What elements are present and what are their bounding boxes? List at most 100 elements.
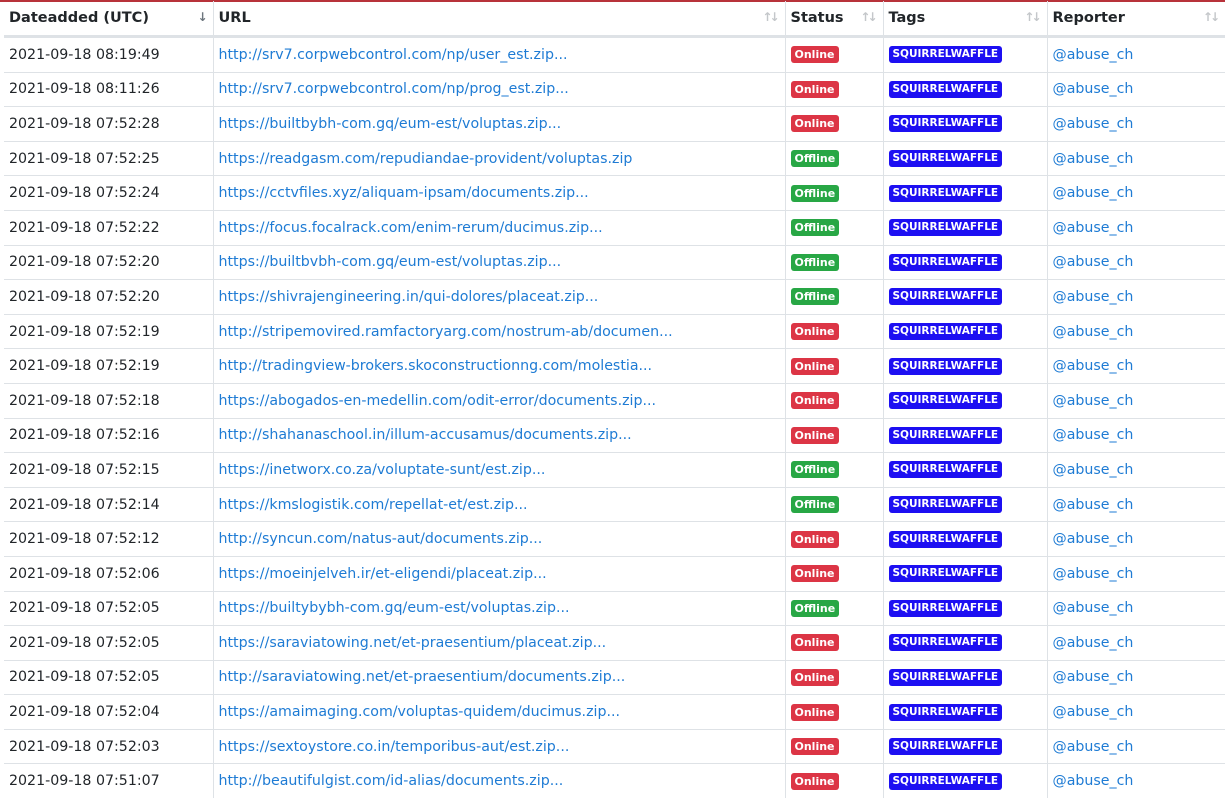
tag-badge[interactable]: SQUIRRELWAFFLE [888, 80, 1003, 98]
url-link[interactable]: https://moeinjelveh.ir/et-eligendi/place… [219, 566, 547, 582]
tag-badge[interactable]: SQUIRRELWAFFLE [888, 253, 1003, 271]
reporter-link[interactable]: @abuse_ch [1053, 47, 1134, 63]
tag-badge[interactable]: SQUIRRELWAFFLE [888, 738, 1003, 756]
reporter-link[interactable]: @abuse_ch [1053, 635, 1134, 651]
reporter-link[interactable]: @abuse_ch [1053, 81, 1134, 97]
url-link[interactable]: https://readgasm.com/repudiandae-provide… [219, 151, 633, 167]
url-link[interactable]: https://cctvfiles.xyz/aliquam-ipsam/docu… [219, 185, 589, 201]
url-link[interactable]: https://shivrajengineering.in/qui-dolore… [219, 289, 599, 305]
column-header-url[interactable]: URL ↑↓ [213, 1, 786, 38]
reporter-link[interactable]: @abuse_ch [1053, 254, 1134, 270]
reporter-link[interactable]: @abuse_ch [1053, 497, 1134, 513]
status-badge: Online [790, 668, 839, 686]
sort-icon[interactable]: ↑↓ [1203, 10, 1220, 24]
date-added: 2021-09-18 07:52:20 [9, 254, 160, 271]
sort-icon[interactable]: ↑↓ [860, 10, 877, 24]
sort-icon[interactable]: ↑↓ [762, 10, 779, 24]
url-link[interactable]: https://builtybybh-com.gq/eum-est/volupt… [219, 600, 570, 616]
status-cell: Online [785, 36, 884, 73]
reporter-link[interactable]: @abuse_ch [1053, 773, 1134, 789]
reporter-link[interactable]: @abuse_ch [1053, 358, 1134, 374]
tag-badge[interactable]: SQUIRRELWAFFLE [888, 288, 1003, 306]
tag-badge[interactable]: SQUIRRELWAFFLE [888, 357, 1003, 375]
tag-badge[interactable]: SQUIRRELWAFFLE [888, 599, 1003, 617]
url-link[interactable]: https://saraviatowing.net/et-praesentium… [219, 635, 607, 651]
url-link[interactable]: https://focus.focalrack.com/enim-rerum/d… [219, 220, 603, 236]
url-link[interactable]: http://srv7.corpwebcontrol.com/np/prog_e… [219, 81, 569, 97]
reporter-link[interactable]: @abuse_ch [1053, 324, 1134, 340]
reporter-link[interactable]: @abuse_ch [1053, 151, 1134, 167]
url-link[interactable]: http://stripemovired.ramfactoryarg.com/n… [219, 324, 673, 340]
tags-cell: SQUIRRELWAFFLE [883, 382, 1048, 419]
date-added-cell: 2021-09-18 07:52:03 [4, 728, 214, 764]
reporter-link[interactable]: @abuse_ch [1053, 220, 1134, 236]
url-link[interactable]: https://abogados-en-medellin.com/odit-er… [219, 393, 657, 409]
tag-badge[interactable]: SQUIRRELWAFFLE [888, 668, 1003, 686]
date-added: 2021-09-18 07:52:16 [9, 427, 160, 444]
url-link[interactable]: http://saraviatowing.net/et-praesentium/… [219, 669, 626, 685]
tag-badge[interactable]: SQUIRRELWAFFLE [888, 772, 1003, 790]
tag-badge[interactable]: SQUIRRELWAFFLE [888, 184, 1003, 202]
reporter-link[interactable]: @abuse_ch [1053, 566, 1134, 582]
reporter-link[interactable]: @abuse_ch [1053, 427, 1134, 443]
url-link[interactable]: http://beautifulgist.com/id-alias/docume… [219, 773, 564, 789]
tag-badge[interactable]: SQUIRRELWAFFLE [888, 150, 1003, 168]
url-link[interactable]: https://sextoystore.co.in/temporibus-aut… [219, 739, 570, 755]
tags-cell: SQUIRRELWAFFLE [883, 659, 1048, 695]
tag-badge[interactable]: SQUIRRELWAFFLE [888, 565, 1003, 583]
tag-badge[interactable]: SQUIRRELWAFFLE [888, 496, 1003, 514]
column-header-status[interactable]: Status ↑↓ [785, 1, 884, 38]
reporter-cell: @abuse_ch [1047, 279, 1225, 315]
url-link[interactable]: http://srv7.corpwebcontrol.com/np/user_e… [219, 47, 568, 63]
tags-cell: SQUIRRELWAFFLE [883, 555, 1048, 591]
url-link[interactable]: https://kmslogistik.com/repellat-et/est.… [219, 497, 528, 513]
tag-badge[interactable]: SQUIRRELWAFFLE [888, 530, 1003, 548]
tags-cell: SQUIRRELWAFFLE [883, 244, 1048, 280]
tag-badge[interactable]: SQUIRRELWAFFLE [888, 115, 1003, 133]
tag-badge[interactable]: SQUIRRELWAFFLE [888, 46, 1003, 64]
column-header-date[interactable]: Dateadded (UTC) ↓ [4, 1, 214, 38]
url-link[interactable]: http://tradingview-brokers.skoconstructi… [219, 358, 653, 374]
reporter-cell: @abuse_ch [1047, 106, 1225, 142]
tag-badge[interactable]: SQUIRRELWAFFLE [888, 426, 1003, 444]
reporter-link[interactable]: @abuse_ch [1053, 462, 1134, 478]
status-badge: Online [790, 323, 839, 341]
reporter-link[interactable]: @abuse_ch [1053, 739, 1134, 755]
tags-cell: SQUIRRELWAFFLE [883, 728, 1048, 764]
tag-badge[interactable]: SQUIRRELWAFFLE [888, 461, 1003, 479]
tags-cell: SQUIRRELWAFFLE [883, 486, 1048, 522]
sort-icon[interactable]: ↑↓ [1024, 10, 1041, 24]
url-cell: https://cctvfiles.xyz/aliquam-ipsam/docu… [213, 175, 786, 211]
tag-badge[interactable]: SQUIRRELWAFFLE [888, 323, 1003, 341]
reporter-link[interactable]: @abuse_ch [1053, 600, 1134, 616]
tag-badge[interactable]: SQUIRRELWAFFLE [888, 703, 1003, 721]
url-link[interactable]: https://amaimaging.com/voluptas-quidem/d… [219, 704, 621, 720]
status-badge: Online [790, 703, 839, 721]
reporter-link[interactable]: @abuse_ch [1053, 393, 1134, 409]
status-cell: Online [785, 106, 884, 142]
url-link[interactable]: http://syncun.com/natus-aut/documents.zi… [219, 531, 543, 547]
tag-badge[interactable]: SQUIRRELWAFFLE [888, 634, 1003, 652]
column-header-reporter[interactable]: Reporter ↑↓ [1047, 1, 1225, 38]
status-badge: Offline [790, 461, 840, 479]
tag-badge[interactable]: SQUIRRELWAFFLE [888, 219, 1003, 237]
url-link[interactable]: https://inetworx.co.za/voluptate-sunt/es… [219, 462, 546, 478]
status-cell: Offline [785, 244, 884, 280]
reporter-link[interactable]: @abuse_ch [1053, 704, 1134, 720]
reporter-link[interactable]: @abuse_ch [1053, 669, 1134, 685]
status-badge: Offline [790, 184, 840, 202]
tags-cell: SQUIRRELWAFFLE [883, 106, 1048, 142]
reporter-link[interactable]: @abuse_ch [1053, 289, 1134, 305]
status-cell: Offline [785, 486, 884, 522]
reporter-link[interactable]: @abuse_ch [1053, 116, 1134, 132]
url-link[interactable]: https://builtbvbh-com.gq/eum-est/volupta… [219, 254, 562, 270]
sort-desc-icon[interactable]: ↓ [197, 10, 207, 24]
column-header-tags[interactable]: Tags ↑↓ [883, 1, 1048, 38]
reporter-link[interactable]: @abuse_ch [1053, 185, 1134, 201]
date-added: 2021-09-18 07:52:20 [9, 288, 160, 305]
reporter-link[interactable]: @abuse_ch [1053, 531, 1134, 547]
url-cell: https://readgasm.com/repudiandae-provide… [213, 140, 786, 176]
tag-badge[interactable]: SQUIRRELWAFFLE [888, 392, 1003, 410]
url-link[interactable]: http://shahanaschool.in/illum-accusamus/… [219, 427, 632, 443]
url-link[interactable]: https://builtbybh-com.gq/eum-est/volupta… [219, 116, 562, 132]
